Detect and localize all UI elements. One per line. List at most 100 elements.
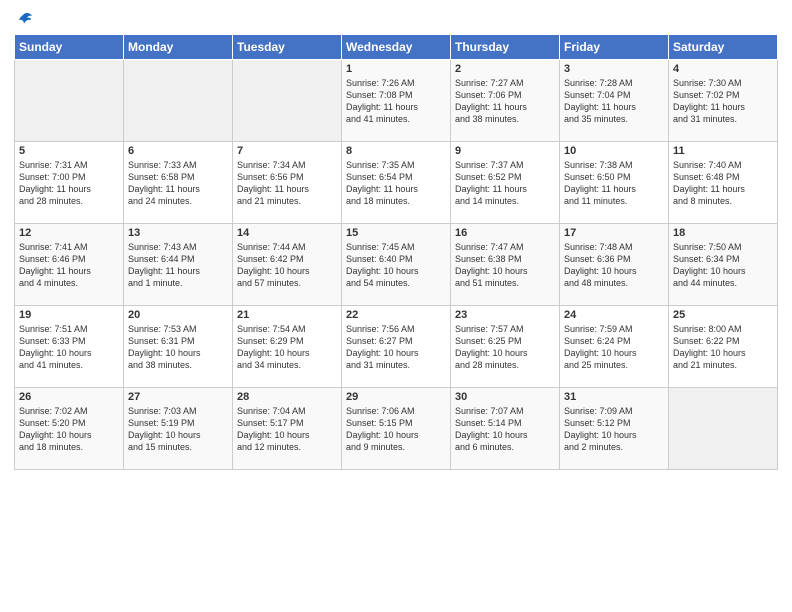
weekday-header-wednesday: Wednesday [342,35,451,60]
day-number: 12 [19,227,119,239]
day-info: Sunrise: 7:33 AM Sunset: 6:58 PM Dayligh… [128,159,228,208]
calendar-week-row: 1 Sunrise: 7:26 AM Sunset: 7:08 PM Daylig… [15,60,778,142]
day-number: 11 [673,145,773,157]
calendar-body: 1 Sunrise: 7:26 AM Sunset: 7:08 PM Daylig… [15,60,778,470]
day-number: 5 [19,145,119,157]
day-info: Sunrise: 7:37 AM Sunset: 6:52 PM Dayligh… [455,159,555,208]
day-number: 24 [564,309,664,321]
day-info: Sunrise: 7:57 AM Sunset: 6:25 PM Dayligh… [455,323,555,372]
day-number: 3 [564,63,664,75]
logo-bird-icon [15,12,33,28]
day-number: 2 [455,63,555,75]
day-number: 15 [346,227,446,239]
day-number: 26 [19,391,119,403]
calendar-cell: 19 Sunrise: 7:51 AM Sunset: 6:33 PM Dayli… [15,306,124,388]
day-number: 4 [673,63,773,75]
day-number: 10 [564,145,664,157]
calendar-week-row: 19 Sunrise: 7:51 AM Sunset: 6:33 PM Dayli… [15,306,778,388]
day-info: Sunrise: 7:47 AM Sunset: 6:38 PM Dayligh… [455,241,555,290]
calendar-table: SundayMondayTuesdayWednesdayThursdayFrid… [14,34,778,470]
day-number: 16 [455,227,555,239]
calendar-cell: 5 Sunrise: 7:31 AM Sunset: 7:00 PM Daylig… [15,142,124,224]
calendar-cell: 10 Sunrise: 7:38 AM Sunset: 6:50 PM Dayli… [560,142,669,224]
day-number: 13 [128,227,228,239]
calendar-cell: 7 Sunrise: 7:34 AM Sunset: 6:56 PM Daylig… [233,142,342,224]
day-number: 22 [346,309,446,321]
day-info: Sunrise: 8:00 AM Sunset: 6:22 PM Dayligh… [673,323,773,372]
calendar-cell: 22 Sunrise: 7:56 AM Sunset: 6:27 PM Dayli… [342,306,451,388]
calendar-cell: 13 Sunrise: 7:43 AM Sunset: 6:44 PM Dayli… [124,224,233,306]
day-number: 8 [346,145,446,157]
day-info: Sunrise: 7:45 AM Sunset: 6:40 PM Dayligh… [346,241,446,290]
header [14,10,778,26]
day-info: Sunrise: 7:41 AM Sunset: 6:46 PM Dayligh… [19,241,119,290]
calendar-header: SundayMondayTuesdayWednesdayThursdayFrid… [15,35,778,60]
calendar-week-row: 5 Sunrise: 7:31 AM Sunset: 7:00 PM Daylig… [15,142,778,224]
calendar-cell [669,388,778,470]
day-info: Sunrise: 7:43 AM Sunset: 6:44 PM Dayligh… [128,241,228,290]
day-info: Sunrise: 7:28 AM Sunset: 7:04 PM Dayligh… [564,77,664,126]
calendar-cell: 24Sunrise: 7:59 AM Sunset: 6:24 PM Dayli… [560,306,669,388]
day-info: Sunrise: 7:02 AM Sunset: 5:20 PM Dayligh… [19,405,119,454]
day-number: 17 [564,227,664,239]
calendar-cell: 9 Sunrise: 7:37 AM Sunset: 6:52 PM Daylig… [451,142,560,224]
day-number: 29 [346,391,446,403]
day-info: Sunrise: 7:48 AM Sunset: 6:36 PM Dayligh… [564,241,664,290]
day-number: 27 [128,391,228,403]
day-number: 21 [237,309,337,321]
day-info: Sunrise: 7:35 AM Sunset: 6:54 PM Dayligh… [346,159,446,208]
day-info: Sunrise: 7:51 AM Sunset: 6:33 PM Dayligh… [19,323,119,372]
calendar-cell: 2 Sunrise: 7:27 AM Sunset: 7:06 PM Daylig… [451,60,560,142]
day-number: 18 [673,227,773,239]
day-info: Sunrise: 7:03 AM Sunset: 5:19 PM Dayligh… [128,405,228,454]
day-info: Sunrise: 7:30 AM Sunset: 7:02 PM Dayligh… [673,77,773,126]
calendar-cell: 29Sunrise: 7:06 AM Sunset: 5:15 PM Dayli… [342,388,451,470]
weekday-header-saturday: Saturday [669,35,778,60]
day-info: Sunrise: 7:07 AM Sunset: 5:14 PM Dayligh… [455,405,555,454]
day-info: Sunrise: 7:53 AM Sunset: 6:31 PM Dayligh… [128,323,228,372]
day-number: 19 [19,309,119,321]
day-info: Sunrise: 7:27 AM Sunset: 7:06 PM Dayligh… [455,77,555,126]
weekday-header-thursday: Thursday [451,35,560,60]
calendar-cell: 12 Sunrise: 7:41 AM Sunset: 6:46 PM Dayli… [15,224,124,306]
day-number: 6 [128,145,228,157]
logo [14,14,33,26]
day-number: 1 [346,63,446,75]
calendar-cell: 20Sunrise: 7:53 AM Sunset: 6:31 PM Dayli… [124,306,233,388]
day-info: Sunrise: 7:26 AM Sunset: 7:08 PM Dayligh… [346,77,446,126]
day-info: Sunrise: 7:56 AM Sunset: 6:27 PM Dayligh… [346,323,446,372]
calendar-cell: 21Sunrise: 7:54 AM Sunset: 6:29 PM Dayli… [233,306,342,388]
weekday-header-monday: Monday [124,35,233,60]
calendar-cell: 4 Sunrise: 7:30 AM Sunset: 7:02 PM Daylig… [669,60,778,142]
page-container: SundayMondayTuesdayWednesdayThursdayFrid… [0,0,792,478]
day-info: Sunrise: 7:38 AM Sunset: 6:50 PM Dayligh… [564,159,664,208]
day-info: Sunrise: 7:50 AM Sunset: 6:34 PM Dayligh… [673,241,773,290]
day-number: 30 [455,391,555,403]
calendar-cell: 25 Sunrise: 8:00 AM Sunset: 6:22 PM Dayli… [669,306,778,388]
calendar-week-row: 12 Sunrise: 7:41 AM Sunset: 6:46 PM Dayli… [15,224,778,306]
day-info: Sunrise: 7:31 AM Sunset: 7:00 PM Dayligh… [19,159,119,208]
calendar-cell: 18 Sunrise: 7:50 AM Sunset: 6:34 PM Dayli… [669,224,778,306]
day-number: 28 [237,391,337,403]
calendar-cell: 15 Sunrise: 7:45 AM Sunset: 6:40 PM Dayli… [342,224,451,306]
day-number: 14 [237,227,337,239]
calendar-cell: 23 Sunrise: 7:57 AM Sunset: 6:25 PM Dayli… [451,306,560,388]
day-number: 9 [455,145,555,157]
calendar-cell: 6 Sunrise: 7:33 AM Sunset: 6:58 PM Daylig… [124,142,233,224]
calendar-cell: 11Sunrise: 7:40 AM Sunset: 6:48 PM Dayli… [669,142,778,224]
day-number: 23 [455,309,555,321]
calendar-cell: 30 Sunrise: 7:07 AM Sunset: 5:14 PM Dayli… [451,388,560,470]
calendar-cell [233,60,342,142]
day-info: Sunrise: 7:34 AM Sunset: 6:56 PM Dayligh… [237,159,337,208]
day-number: 25 [673,309,773,321]
day-info: Sunrise: 7:04 AM Sunset: 5:17 PM Dayligh… [237,405,337,454]
weekday-header-tuesday: Tuesday [233,35,342,60]
day-number: 7 [237,145,337,157]
calendar-cell: 17 Sunrise: 7:48 AM Sunset: 6:36 PM Dayli… [560,224,669,306]
calendar-cell: 8 Sunrise: 7:35 AM Sunset: 6:54 PM Daylig… [342,142,451,224]
weekday-header-friday: Friday [560,35,669,60]
calendar-cell [124,60,233,142]
weekday-header-row: SundayMondayTuesdayWednesdayThursdayFrid… [15,35,778,60]
day-info: Sunrise: 7:44 AM Sunset: 6:42 PM Dayligh… [237,241,337,290]
weekday-header-sunday: Sunday [15,35,124,60]
